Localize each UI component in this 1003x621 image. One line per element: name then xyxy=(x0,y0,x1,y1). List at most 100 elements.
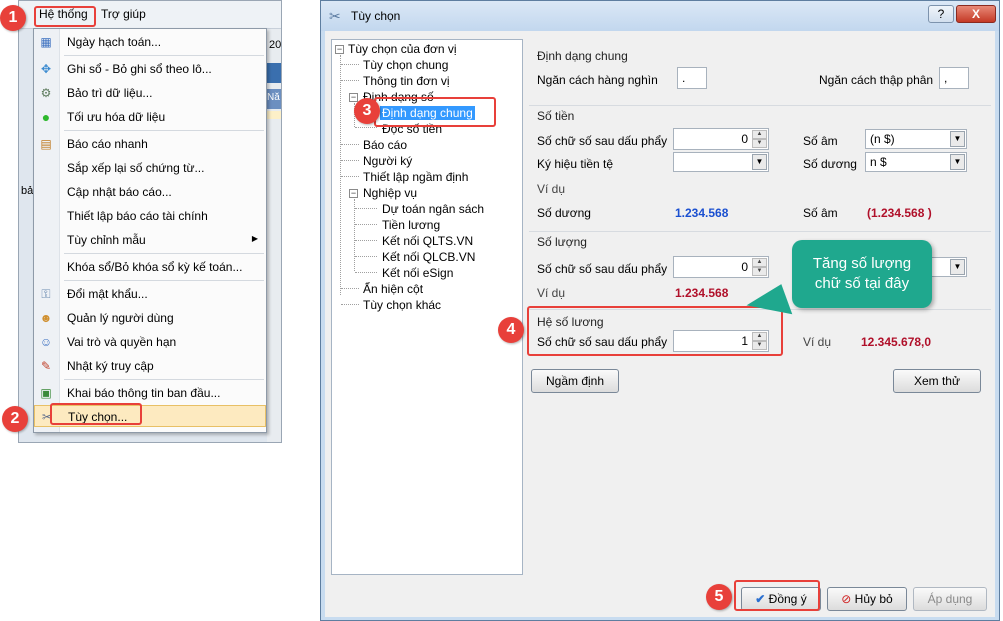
collapse-icon[interactable]: − xyxy=(335,45,344,54)
menu-separator xyxy=(64,130,264,131)
collapse-icon[interactable]: − xyxy=(349,93,358,102)
menu-item-reorder-vouchers[interactable]: Sắp xếp lại số chứng từ... xyxy=(34,157,266,179)
dialog-titlebar[interactable]: ✂ Tùy chọn ? X xyxy=(321,1,999,31)
tree-item-show-hide-columns[interactable]: Ẩn hiện cột xyxy=(363,282,423,296)
menu-item-update-report[interactable]: Cập nhật báo cáo... xyxy=(34,181,266,203)
close-button[interactable]: X xyxy=(956,5,996,23)
menu-item-financial-report-setup[interactable]: Thiết lập báo cáo tài chính xyxy=(34,205,266,227)
highlight-general-format xyxy=(374,97,496,127)
pos-example-label: Số dương xyxy=(537,206,591,220)
tree-item-qlts[interactable]: Kết nối QLTS.VN xyxy=(382,234,473,248)
positive-label: Số dương xyxy=(803,157,857,171)
decimal-sep-field[interactable]: , xyxy=(939,67,969,89)
highlight-options-item xyxy=(50,403,142,425)
chevron-down-icon[interactable]: ▼ xyxy=(950,154,965,170)
money-decimals-value: 0 xyxy=(741,132,748,146)
help-button[interactable]: ? xyxy=(928,5,954,23)
step-badge: 2 xyxy=(2,406,28,432)
money-decimals-stepper[interactable]: 0 ▲ ▼ xyxy=(673,128,769,150)
tree-item-general[interactable]: Tùy chọn chung xyxy=(363,58,448,72)
tree-line xyxy=(355,127,377,128)
cancel-icon: ⊘ xyxy=(841,592,855,606)
tree-item-budget[interactable]: Dự toán ngân sách xyxy=(382,202,484,216)
chevron-down-icon[interactable]: ▼ xyxy=(752,154,767,170)
app-window-fragment: Hệ thống Trợ giúp 202 Nă bả ▦ Ngày hạch … xyxy=(18,0,282,443)
tree-item-default-setup[interactable]: Thiết lập ngầm định xyxy=(363,170,468,184)
menu-item-quick-report[interactable]: ▤ Báo cáo nhanh xyxy=(34,133,266,155)
spin-down-icon[interactable]: ▼ xyxy=(752,139,767,148)
log-icon: ✎ xyxy=(40,359,52,373)
tree-item-signer[interactable]: Người ký xyxy=(363,154,412,168)
apply-button[interactable]: Áp dụng xyxy=(913,587,987,611)
cancel-button[interactable]: ⊘ Hủy bỏ xyxy=(827,587,907,611)
chevron-down-icon[interactable]: ▼ xyxy=(950,131,965,147)
tree-item-reports[interactable]: Báo cáo xyxy=(363,138,407,152)
menu-item-roles[interactable]: ☺ Vai trò và quyền hạn xyxy=(34,331,266,353)
menu-item-customize-template[interactable]: Tùy chỉnh mẫu ▶ xyxy=(34,229,266,251)
background-row xyxy=(267,111,281,119)
negative-label: Số âm xyxy=(803,134,838,148)
tree-line xyxy=(355,240,377,241)
quantity-decimals-label: Số chữ số sau dấu phẩy xyxy=(537,262,668,276)
menu-separator xyxy=(64,379,264,380)
menu-item-batch-post[interactable]: ✥ Ghi sổ - Bỏ ghi sổ theo lô... xyxy=(34,58,266,80)
spin-up-icon[interactable]: ▲ xyxy=(752,130,767,139)
negative-format-value: (n $) xyxy=(870,132,895,146)
neg-example-value: (1.234.568 ) xyxy=(867,206,932,220)
tree-line xyxy=(341,304,359,305)
menu-separator xyxy=(64,253,264,254)
key-icon: ⚿ xyxy=(41,287,51,301)
tree-root[interactable]: Tùy chọn của đơn vị xyxy=(348,42,457,56)
tree-item-unit-info[interactable]: Thông tin đơn vị xyxy=(363,74,450,88)
menu-item-access-log[interactable]: ✎ Nhật ký truy cập xyxy=(34,355,266,377)
highlight-system-menu xyxy=(34,6,96,27)
submenu-arrow-icon: ▶ xyxy=(251,234,258,243)
thousand-sep-field[interactable]: . xyxy=(677,67,707,89)
menu-item-user-management[interactable]: ☻ Quản lý người dùng xyxy=(34,307,266,329)
spin-up-icon[interactable]: ▲ xyxy=(752,258,767,267)
step-badge: 3 xyxy=(354,98,380,124)
background-text: 202 xyxy=(269,39,282,51)
arrows-icon: ✥ xyxy=(40,62,52,76)
report-icon: ▤ xyxy=(40,137,52,151)
tree-item-business[interactable]: Nghiệp vụ xyxy=(363,186,417,200)
negative-format-select[interactable]: (n $) ▼ xyxy=(865,129,967,149)
positive-format-select[interactable]: n $ ▼ xyxy=(865,152,967,172)
menu-item-lock-period[interactable]: Khóa sổ/Bỏ khóa sổ kỳ kế toán... xyxy=(34,256,266,278)
tree-item-salary[interactable]: Tiền lương xyxy=(382,218,440,232)
quantity-example-value: 1.234.568 xyxy=(675,286,729,300)
users-icon: ☻ xyxy=(39,311,53,325)
decimal-sep-label: Ngăn cách thập phân xyxy=(819,73,934,87)
default-button[interactable]: Ngầm định xyxy=(531,369,619,393)
quantity-format-select[interactable]: ▼ xyxy=(929,257,967,277)
instruction-callout: Tăng số lượng chữ số tại đây xyxy=(792,240,932,308)
spin-down-icon[interactable]: ▼ xyxy=(752,267,767,276)
currency-symbol-select[interactable]: ▼ xyxy=(673,152,769,172)
group-divider xyxy=(529,231,991,232)
collapse-icon[interactable]: − xyxy=(349,189,358,198)
tree-item-esign[interactable]: Kết nối eSign xyxy=(382,266,453,280)
step-badge: 4 xyxy=(498,317,524,343)
quantity-decimals-stepper[interactable]: 0 ▲ ▼ xyxy=(673,256,769,278)
menu-help[interactable]: Trợ giúp xyxy=(101,7,146,21)
group-divider xyxy=(529,105,991,106)
menu-item-initial-setup[interactable]: ▣ Khai báo thông tin ban đầu... xyxy=(34,382,266,404)
step-badge: 5 xyxy=(706,584,732,610)
menu-item-accounting-date[interactable]: ▦ Ngày hạch toán... xyxy=(34,31,266,53)
tree-line xyxy=(341,64,359,65)
tree-item-qlcb[interactable]: Kết nối QLCB.VN xyxy=(382,250,475,264)
tree-line xyxy=(341,160,359,161)
tools-icon: ✂ xyxy=(329,8,341,24)
highlight-salary-coef xyxy=(527,306,783,356)
neg-example-label: Số âm xyxy=(803,206,838,220)
menu-item-optimize-data[interactable]: ● Tối ưu hóa dữ liệu xyxy=(34,106,266,128)
group-title-general-format: Định dạng chung xyxy=(537,49,628,63)
chevron-down-icon[interactable]: ▼ xyxy=(950,259,965,275)
preview-button[interactable]: Xem thử xyxy=(893,369,981,393)
background-text: bả xyxy=(21,185,34,197)
menu-item-data-maintenance[interactable]: ⚙ Bảo trì dữ liệu... xyxy=(34,82,266,104)
quantity-decimals-value: 0 xyxy=(741,260,748,274)
pos-example-value: 1.234.568 xyxy=(675,206,729,220)
menu-item-change-password[interactable]: ⚿ Đổi mật khẩu... xyxy=(34,283,266,305)
tree-item-other[interactable]: Tùy chọn khác xyxy=(363,298,441,312)
